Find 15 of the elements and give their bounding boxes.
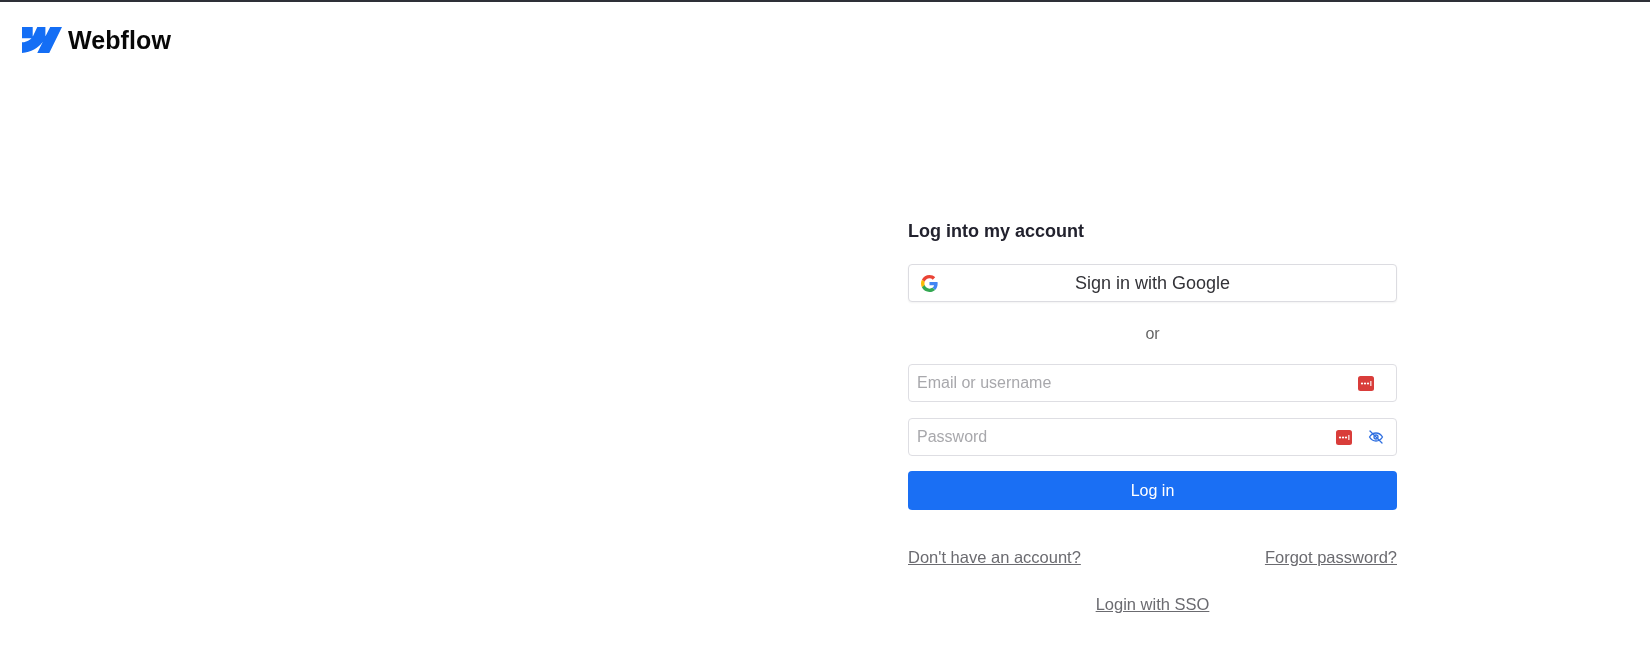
logo-mark-icon xyxy=(22,27,62,53)
logo-text: Webflow xyxy=(68,26,171,54)
password-field[interactable]: Password xyxy=(908,418,1397,456)
google-g-icon xyxy=(921,274,938,292)
sign-up-link[interactable]: Don't have an account? xyxy=(908,548,1081,567)
dots-tile-icon xyxy=(1358,376,1374,391)
email-field[interactable]: Email or username xyxy=(908,364,1397,402)
form-title: Log into my account xyxy=(908,221,1084,242)
sso-login-link[interactable]: Login with SSO xyxy=(1095,595,1210,614)
google-sign-in-button[interactable]: Sign in with Google xyxy=(908,264,1397,302)
dots-tile-icon xyxy=(1336,430,1352,445)
log-in-button[interactable]: Log in xyxy=(908,471,1397,510)
divider-text: or xyxy=(1145,325,1160,343)
forgot-password-link[interactable]: Forgot password? xyxy=(1264,548,1397,567)
eye-slash-icon[interactable] xyxy=(1368,429,1384,445)
